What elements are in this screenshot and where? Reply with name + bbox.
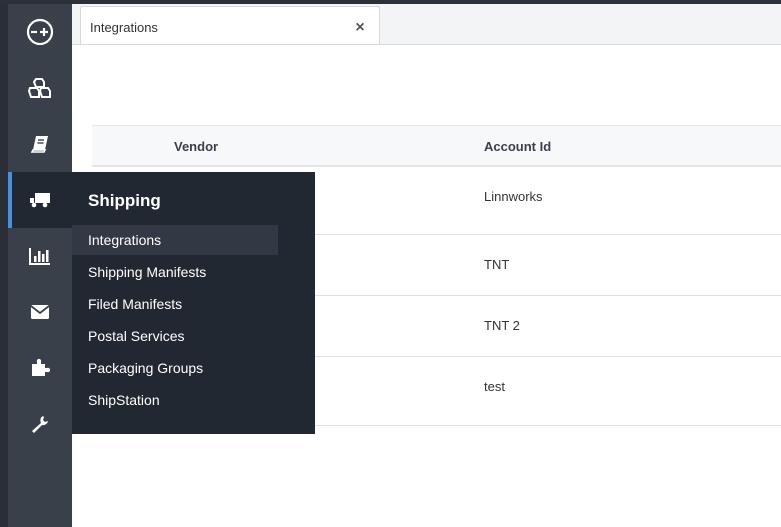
sidebar-item-settings[interactable] xyxy=(8,396,72,452)
sidebar-item-orders[interactable] xyxy=(8,116,72,172)
tab-integrations[interactable]: Integrations × xyxy=(80,6,380,44)
bar-chart-icon xyxy=(29,247,51,265)
menu-item-filed-manifests[interactable]: Filed Manifests xyxy=(72,289,278,319)
column-header-vendor[interactable]: Vendor xyxy=(174,139,218,154)
menu-item-shipstation[interactable]: ShipStation xyxy=(72,385,278,415)
grid-header: Vendor Account Id xyxy=(92,125,781,167)
account-id-cell: TNT xyxy=(484,257,510,272)
account-id-cell: TNT 2 xyxy=(484,318,520,333)
account-id-cell: Linnworks xyxy=(484,189,543,204)
sidebar-item-home[interactable] xyxy=(8,4,72,60)
logo-icon xyxy=(25,17,55,47)
close-icon[interactable]: × xyxy=(353,20,367,36)
sidebar-edge xyxy=(0,4,8,527)
sidebar xyxy=(0,4,72,527)
column-header-account-id[interactable]: Account Id xyxy=(484,139,551,154)
cubes-icon xyxy=(28,77,52,99)
wrench-icon xyxy=(30,414,50,434)
tab-label: Integrations xyxy=(90,20,158,35)
sidebar-item-messages[interactable] xyxy=(8,284,72,340)
sidebar-item-shipping[interactable] xyxy=(8,172,72,228)
menu-item-packaging-groups[interactable]: Packaging Groups xyxy=(72,353,278,383)
flyout-title: Shipping xyxy=(88,191,161,210)
puzzle-icon xyxy=(30,358,50,378)
menu-item-shipping-manifests[interactable]: Shipping Manifests xyxy=(72,257,278,287)
truck-icon xyxy=(29,192,51,208)
menu-item-postal-services[interactable]: Postal Services xyxy=(72,321,278,351)
menu-item-integrations[interactable]: Integrations xyxy=(72,225,278,255)
sidebar-item-reports[interactable] xyxy=(8,228,72,284)
sidebar-item-inventory[interactable] xyxy=(8,60,72,116)
tab-strip: Integrations × xyxy=(72,4,781,44)
book-icon xyxy=(30,134,50,154)
sidebar-item-apps[interactable] xyxy=(8,340,72,396)
shipping-flyout-menu: Shipping Integrations Shipping Manifests… xyxy=(72,172,315,434)
envelope-icon xyxy=(30,304,50,320)
account-id-cell: test xyxy=(484,379,505,394)
